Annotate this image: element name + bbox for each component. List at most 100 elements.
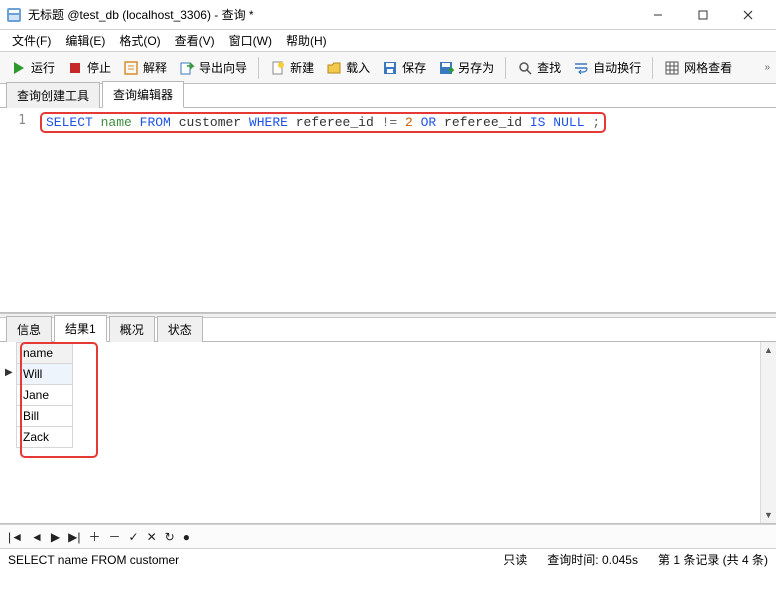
tab-query-editor[interactable]: 查询编辑器 bbox=[102, 81, 184, 108]
editor-tabstrip: 查询创建工具 查询编辑器 bbox=[0, 84, 776, 108]
save-label: 保存 bbox=[402, 59, 426, 76]
kw-where: WHERE bbox=[249, 115, 288, 130]
separator bbox=[652, 57, 653, 79]
load-icon bbox=[326, 60, 342, 76]
statusbar: SELECT name FROM customer 只读 查询时间: 0.045… bbox=[0, 548, 776, 570]
results-pane: 信息 结果1 概况 状态 ▶ name Will Jane Bill Zack … bbox=[0, 318, 776, 548]
window-title: 无标题 @test_db (localhost_3306) - 查询 * bbox=[28, 6, 635, 23]
code-area[interactable]: SELECT name FROM customer WHERE referee_… bbox=[34, 108, 776, 312]
vertical-scrollbar[interactable]: ▲ ▼ bbox=[760, 342, 776, 523]
separator bbox=[505, 57, 506, 79]
menu-view[interactable]: 查看(V) bbox=[169, 30, 221, 51]
export-icon bbox=[179, 60, 195, 76]
save-as-label: 另存为 bbox=[458, 59, 494, 76]
nav-refresh-icon[interactable]: ↻ bbox=[165, 530, 175, 544]
table-row[interactable]: Bill bbox=[17, 406, 73, 427]
col-name: name bbox=[101, 115, 132, 130]
stop-button[interactable]: 停止 bbox=[62, 56, 116, 79]
minimize-button[interactable] bbox=[635, 1, 680, 29]
cell: Bill bbox=[17, 406, 73, 427]
maximize-button[interactable] bbox=[680, 1, 725, 29]
nav-last-icon[interactable]: ▶| bbox=[68, 530, 80, 544]
nav-first-icon[interactable]: |◄ bbox=[8, 530, 23, 544]
new-label: 新建 bbox=[290, 59, 314, 76]
cell: Zack bbox=[17, 427, 73, 448]
load-button[interactable]: 载入 bbox=[321, 56, 375, 79]
table-name: customer bbox=[179, 115, 241, 130]
sql-highlight-box: SELECT name FROM customer WHERE referee_… bbox=[40, 112, 606, 133]
tab-profile[interactable]: 概况 bbox=[109, 316, 155, 342]
menu-format[interactable]: 格式(O) bbox=[113, 30, 166, 51]
table-row[interactable]: Will bbox=[17, 364, 73, 385]
auto-wrap-button[interactable]: 自动换行 bbox=[568, 56, 646, 79]
status-query: SELECT name FROM customer bbox=[8, 553, 179, 567]
cell: Jane bbox=[17, 385, 73, 406]
status-time: 查询时间: 0.045s bbox=[547, 551, 638, 568]
semicolon: ; bbox=[592, 115, 600, 130]
new-button[interactable]: 新建 bbox=[265, 56, 319, 79]
scroll-up-icon[interactable]: ▲ bbox=[761, 342, 776, 358]
sql-editor[interactable]: 1 SELECT name FROM customer WHERE refere… bbox=[0, 108, 776, 313]
explain-icon bbox=[123, 60, 139, 76]
separator bbox=[258, 57, 259, 79]
close-button[interactable] bbox=[725, 1, 770, 29]
save-button[interactable]: 保存 bbox=[377, 56, 431, 79]
nav-cancel-icon[interactable]: ✕ bbox=[147, 530, 157, 544]
table-row[interactable]: Zack bbox=[17, 427, 73, 448]
app-icon bbox=[6, 7, 22, 23]
scroll-down-icon[interactable]: ▼ bbox=[761, 507, 776, 523]
grid-view-label: 网格查看 bbox=[684, 59, 732, 76]
save-as-icon bbox=[438, 60, 454, 76]
menu-window[interactable]: 窗口(W) bbox=[223, 30, 278, 51]
tab-query-builder[interactable]: 查询创建工具 bbox=[6, 82, 100, 108]
export-wizard-button[interactable]: 导出向导 bbox=[174, 56, 252, 79]
kw-or: OR bbox=[421, 115, 437, 130]
kw-from: FROM bbox=[140, 115, 171, 130]
tab-status[interactable]: 状态 bbox=[157, 316, 203, 342]
grid-wrap: ▶ name Will Jane Bill Zack ▲ ▼ bbox=[0, 342, 776, 524]
run-button[interactable]: 运行 bbox=[6, 56, 60, 79]
menu-edit[interactable]: 编辑(E) bbox=[59, 30, 111, 51]
find-label: 查找 bbox=[537, 59, 561, 76]
op-neq: != bbox=[382, 115, 398, 130]
toolbar: 运行 停止 解释 导出向导 新建 载入 保存 另存为 查找 自动换行 网格查看 bbox=[0, 52, 776, 84]
kw-is: IS bbox=[530, 115, 546, 130]
col-header-name[interactable]: name bbox=[17, 343, 73, 364]
find-button[interactable]: 查找 bbox=[512, 56, 566, 79]
menu-help[interactable]: 帮助(H) bbox=[280, 30, 333, 51]
load-label: 载入 bbox=[346, 59, 370, 76]
nav-commit-icon[interactable]: ✓ bbox=[129, 530, 139, 544]
nav-stop-icon[interactable]: ● bbox=[183, 530, 190, 544]
literal-2: 2 bbox=[405, 115, 413, 130]
tab-info[interactable]: 信息 bbox=[6, 316, 52, 342]
nav-add-icon[interactable]: ＋ bbox=[88, 528, 100, 545]
nav-delete-icon[interactable]: － bbox=[109, 528, 121, 545]
wrap-icon bbox=[573, 60, 589, 76]
stop-icon bbox=[67, 60, 83, 76]
nav-next-icon[interactable]: ▶ bbox=[51, 530, 60, 544]
kw-select: SELECT bbox=[46, 115, 93, 130]
table-row[interactable]: Jane bbox=[17, 385, 73, 406]
col-referee2: referee_id bbox=[444, 115, 522, 130]
new-icon bbox=[270, 60, 286, 76]
grid-view-button[interactable]: 网格查看 bbox=[659, 56, 737, 79]
kw-null: NULL bbox=[553, 115, 584, 130]
result-grid[interactable]: ▶ name Will Jane Bill Zack bbox=[16, 342, 73, 523]
status-time-label: 查询时间: bbox=[547, 553, 598, 567]
nav-prev-icon[interactable]: ◄ bbox=[31, 530, 43, 544]
current-row-indicator: ▶ bbox=[5, 367, 13, 378]
grid-icon bbox=[664, 60, 680, 76]
explain-label: 解释 bbox=[143, 59, 167, 76]
line-number: 1 bbox=[0, 113, 26, 128]
auto-wrap-label: 自动换行 bbox=[593, 59, 641, 76]
tab-result1[interactable]: 结果1 bbox=[54, 315, 107, 342]
save-as-button[interactable]: 另存为 bbox=[433, 56, 499, 79]
explain-button[interactable]: 解释 bbox=[118, 56, 172, 79]
stop-label: 停止 bbox=[87, 59, 111, 76]
search-icon bbox=[517, 60, 533, 76]
toolbar-overflow-icon[interactable]: » bbox=[764, 62, 770, 73]
menu-file[interactable]: 文件(F) bbox=[6, 30, 57, 51]
result-tabstrip: 信息 结果1 概况 状态 bbox=[0, 318, 776, 342]
run-label: 运行 bbox=[31, 59, 55, 76]
col-referee1: referee_id bbox=[296, 115, 374, 130]
